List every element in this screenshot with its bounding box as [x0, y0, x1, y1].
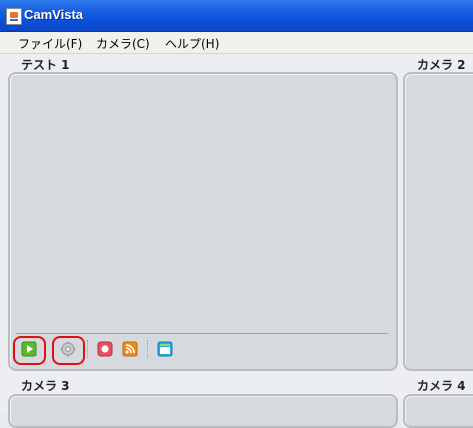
menu-camera[interactable]: カメラ(C)	[96, 35, 150, 52]
stream-button[interactable]	[122, 341, 138, 357]
menu-file[interactable]: ファイル(F)	[18, 35, 82, 52]
toolbar-separator	[87, 340, 89, 358]
pane-1-label: テスト 1	[21, 58, 70, 72]
app-icon	[6, 8, 22, 25]
pane-2-label: カメラ 2	[417, 58, 466, 72]
camera-pane-4[interactable]	[403, 394, 473, 428]
record-button[interactable]	[97, 341, 113, 357]
gear-icon	[60, 341, 76, 357]
pane-3-label: カメラ 3	[21, 379, 70, 393]
pane-4-label: カメラ 4	[417, 379, 466, 393]
menu-bar: ファイル(F) カメラ(C) ヘルプ(H)	[0, 32, 473, 54]
camera-pane-1[interactable]	[8, 72, 398, 371]
camera-pane-3[interactable]	[8, 394, 398, 428]
toolbar-divider	[16, 333, 388, 334]
play-icon	[21, 341, 37, 357]
camera-pane-2[interactable]	[403, 72, 473, 371]
toolbar-separator	[147, 340, 149, 358]
window-button[interactable]	[157, 341, 173, 357]
workspace: テスト 1 カメラ 2 カメラ 3 カメラ 4	[0, 54, 473, 428]
settings-button[interactable]	[60, 341, 76, 357]
title-bar[interactable]: CamVista	[0, 0, 473, 32]
record-icon	[97, 341, 113, 357]
rss-icon	[122, 341, 138, 357]
window-title: CamVista	[24, 7, 84, 22]
play-button[interactable]	[21, 341, 37, 357]
window-icon	[157, 341, 173, 357]
menu-help[interactable]: ヘルプ(H)	[165, 35, 219, 52]
